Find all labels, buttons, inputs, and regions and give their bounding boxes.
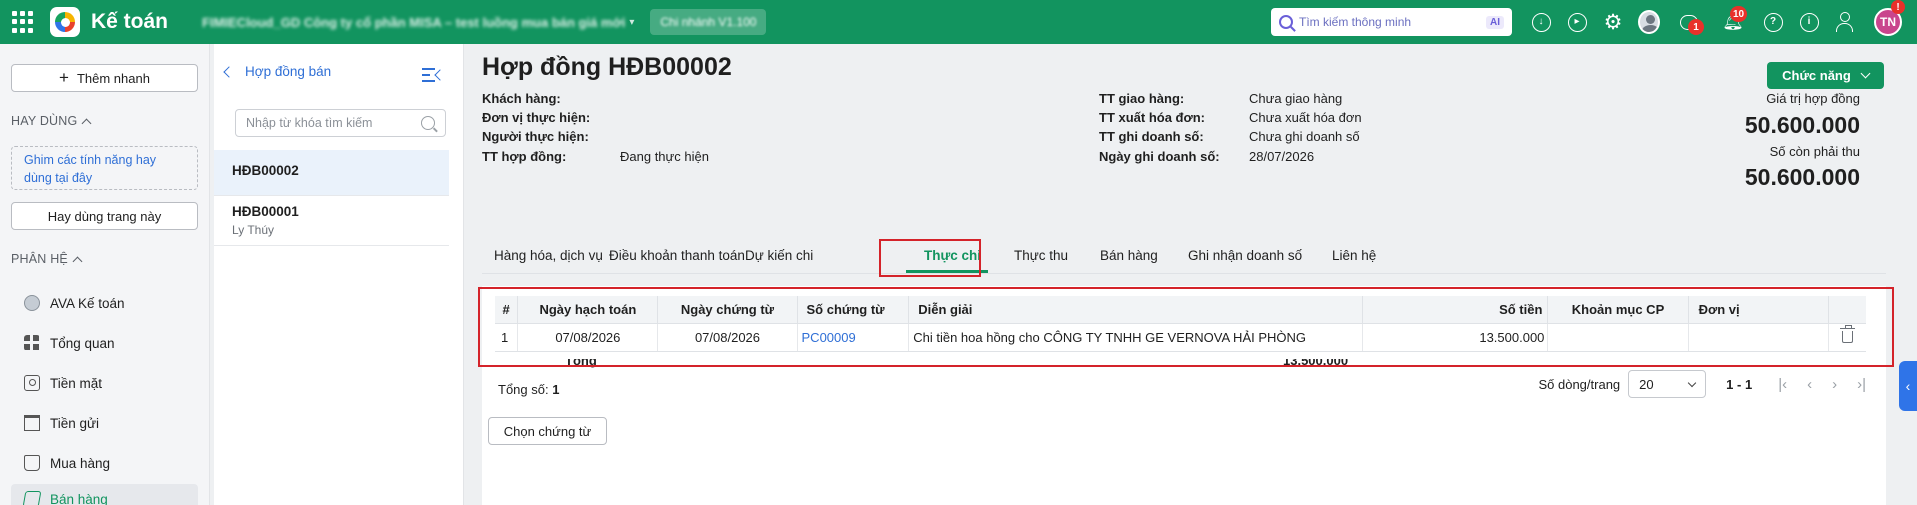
ai-badge: AI bbox=[1486, 15, 1504, 29]
sidebar-item-overview[interactable]: Tổng quan bbox=[24, 332, 115, 354]
table-highlight-box bbox=[478, 287, 1894, 367]
invoice-status-label: TT xuất hóa đơn: bbox=[1099, 110, 1206, 125]
cart-icon bbox=[22, 491, 42, 505]
play-icon[interactable]: ▸ bbox=[1566, 11, 1588, 33]
list-search-input[interactable] bbox=[246, 116, 421, 130]
contract-status-label: TT hợp đồng: bbox=[482, 149, 567, 164]
sidebar-item-purchase[interactable]: Mua hàng bbox=[24, 452, 110, 474]
rows-per-page-label: Số dòng/trang bbox=[1538, 376, 1621, 392]
contract-list-panel: Hợp đồng bán HĐB00002 HĐB00001 Ly Thúy bbox=[214, 44, 464, 505]
chevron-left-icon bbox=[223, 65, 235, 78]
top-bar: Kế toán FIMIECloud_GD Công ty cổ phần MI… bbox=[0, 0, 1917, 44]
branch-badge[interactable]: Chi nhánh V1.100 bbox=[650, 9, 767, 35]
notification-badge: 10 bbox=[1730, 6, 1748, 22]
executor-label: Người thực hiện: bbox=[482, 129, 589, 144]
search-icon bbox=[1279, 15, 1293, 29]
chevron-down-icon bbox=[1860, 68, 1871, 79]
list-item[interactable]: HĐB00001 Ly Thúy bbox=[214, 196, 449, 246]
function-button[interactable]: Chức năng bbox=[1767, 62, 1884, 89]
detail-tabs: Hàng hóa, dịch vụ Điều khoản thanh toán … bbox=[482, 242, 1886, 274]
bank-icon bbox=[24, 415, 40, 431]
sidebar-item-cash[interactable]: Tiền mặt bbox=[24, 372, 102, 394]
contract-value-label: Giá trị hợp đồng bbox=[1766, 91, 1860, 106]
sidebar-item-ava[interactable]: AVA Kế toán bbox=[24, 292, 125, 314]
avatar-icon[interactable] bbox=[1638, 10, 1660, 34]
chevron-up-icon bbox=[81, 118, 92, 128]
tab-sales[interactable]: Bán hàng bbox=[1100, 248, 1158, 263]
next-page-icon[interactable]: › bbox=[1832, 376, 1837, 393]
rows-per-page-select[interactable]: 20 bbox=[1628, 370, 1707, 398]
contract-value: 50.600.000 bbox=[1744, 112, 1860, 138]
sidebar: + Thêm nhanh HAY DÙNG Ghim các tính năng… bbox=[0, 44, 210, 505]
list-item[interactable]: HĐB00002 bbox=[214, 150, 449, 196]
smart-search-input[interactable] bbox=[1299, 15, 1486, 29]
side-panel-toggle[interactable]: ‹ bbox=[1899, 361, 1917, 411]
favorites-section-title[interactable]: HAY DÙNG bbox=[11, 114, 92, 128]
tab-highlight-box bbox=[879, 239, 981, 277]
revenue-date-value: 28/07/2026 bbox=[1249, 149, 1315, 164]
revenue-status-value: Chưa ghi doanh số bbox=[1249, 129, 1360, 144]
user-icon[interactable] bbox=[1834, 11, 1856, 33]
plus-icon: + bbox=[59, 68, 69, 87]
quick-add-button[interactable]: + Thêm nhanh bbox=[11, 64, 198, 92]
chevron-down-icon bbox=[1687, 378, 1697, 387]
page-title: Hợp đồng HĐB00002 bbox=[482, 53, 732, 81]
choose-document-button[interactable]: Chọn chứng từ bbox=[488, 417, 607, 445]
search-icon[interactable] bbox=[421, 116, 435, 130]
help-icon[interactable]: ? bbox=[1762, 11, 1784, 33]
chat-icon[interactable]: 1 bbox=[1678, 11, 1704, 35]
cash-icon bbox=[24, 375, 40, 391]
page-range: 1 - 1 bbox=[1726, 376, 1753, 392]
chevron-left-icon: ‹ bbox=[1905, 378, 1911, 394]
info-icon[interactable]: i bbox=[1798, 11, 1820, 33]
customer-label: Khách hàng: bbox=[482, 91, 561, 106]
chevron-down-icon[interactable]: ▾ bbox=[629, 17, 634, 28]
delivery-status-label: TT giao hàng: bbox=[1099, 91, 1185, 106]
bell-icon[interactable]: 🔔︎ 10 bbox=[1722, 6, 1748, 33]
first-page-icon[interactable]: |‹ bbox=[1778, 376, 1787, 393]
ava-avatar-icon bbox=[24, 295, 40, 311]
record-count: Tổng số: 1 bbox=[498, 382, 560, 397]
app-logo[interactable] bbox=[50, 7, 80, 37]
tab-actual-income[interactable]: Thực thu bbox=[1014, 248, 1068, 263]
chat-badge: 1 bbox=[1688, 19, 1704, 35]
tab-revenue-recognition[interactable]: Ghi nhận doanh số bbox=[1188, 248, 1302, 263]
contract-status-value: Đang thực hiện bbox=[620, 149, 709, 164]
app-name: Kế toán bbox=[91, 10, 169, 33]
tab-expected-expense[interactable]: Dự kiến chi bbox=[745, 248, 813, 263]
alert-badge: ! bbox=[1891, 0, 1905, 14]
company-selector[interactable]: FIMIECloud_GD Công ty cổ phần MISA – tes… bbox=[202, 15, 625, 30]
revenue-date-label: Ngày ghi doanh số: bbox=[1099, 149, 1220, 164]
sidebar-item-sales[interactable]: Bán hàng bbox=[11, 484, 198, 505]
revenue-status-label: TT ghi doanh số: bbox=[1099, 129, 1204, 144]
dashboard-icon bbox=[24, 335, 40, 351]
gear-icon[interactable]: ⚙ bbox=[1602, 11, 1624, 34]
main-content: Hợp đồng HĐB00002 Chức năng Khách hàng: … bbox=[465, 44, 1905, 505]
pin-hint: Ghim các tính năng hay dùng tại đây bbox=[11, 146, 198, 190]
back-to-sales-contracts[interactable]: Hợp đồng bán bbox=[220, 64, 331, 79]
delivery-status-value: Chưa giao hàng bbox=[1249, 91, 1343, 106]
use-this-page-button[interactable]: Hay dùng trang này bbox=[11, 202, 198, 230]
top-icons: ↓ ▸ ⚙ 1 🔔︎ 10 ? i TN ! bbox=[1530, 0, 1905, 44]
receivable-value: 50.600.000 bbox=[1744, 164, 1860, 190]
list-search[interactable] bbox=[235, 109, 446, 137]
sidebar-item-bank[interactable]: Tiền gửi bbox=[24, 412, 99, 434]
last-page-icon[interactable]: ›| bbox=[1857, 376, 1866, 393]
pagination: Số dòng/trang 20 1 - 1 |‹ ‹ › ›| bbox=[1538, 370, 1866, 398]
chevron-up-icon bbox=[72, 256, 83, 266]
shopping-bag-icon bbox=[24, 455, 40, 471]
tab-goods-services[interactable]: Hàng hóa, dịch vụ bbox=[494, 248, 603, 263]
tab-payment-terms[interactable]: Điều khoản thanh toán bbox=[609, 248, 745, 263]
modules-section-title[interactable]: PHÂN HỆ bbox=[11, 252, 83, 266]
apps-grid-icon[interactable] bbox=[12, 11, 34, 33]
user-avatar[interactable]: TN ! bbox=[1874, 0, 1905, 36]
collapse-list-icon[interactable] bbox=[422, 68, 444, 82]
tab-contacts[interactable]: Liên hệ bbox=[1332, 248, 1376, 263]
smart-search[interactable]: AI bbox=[1271, 8, 1512, 36]
executing-unit-label: Đơn vị thực hiện: bbox=[482, 110, 591, 125]
download-icon[interactable]: ↓ bbox=[1530, 11, 1552, 33]
prev-page-icon[interactable]: ‹ bbox=[1807, 376, 1812, 393]
invoice-status-value: Chưa xuất hóa đơn bbox=[1249, 110, 1362, 125]
receivable-label: Số còn phải thu bbox=[1769, 144, 1860, 159]
